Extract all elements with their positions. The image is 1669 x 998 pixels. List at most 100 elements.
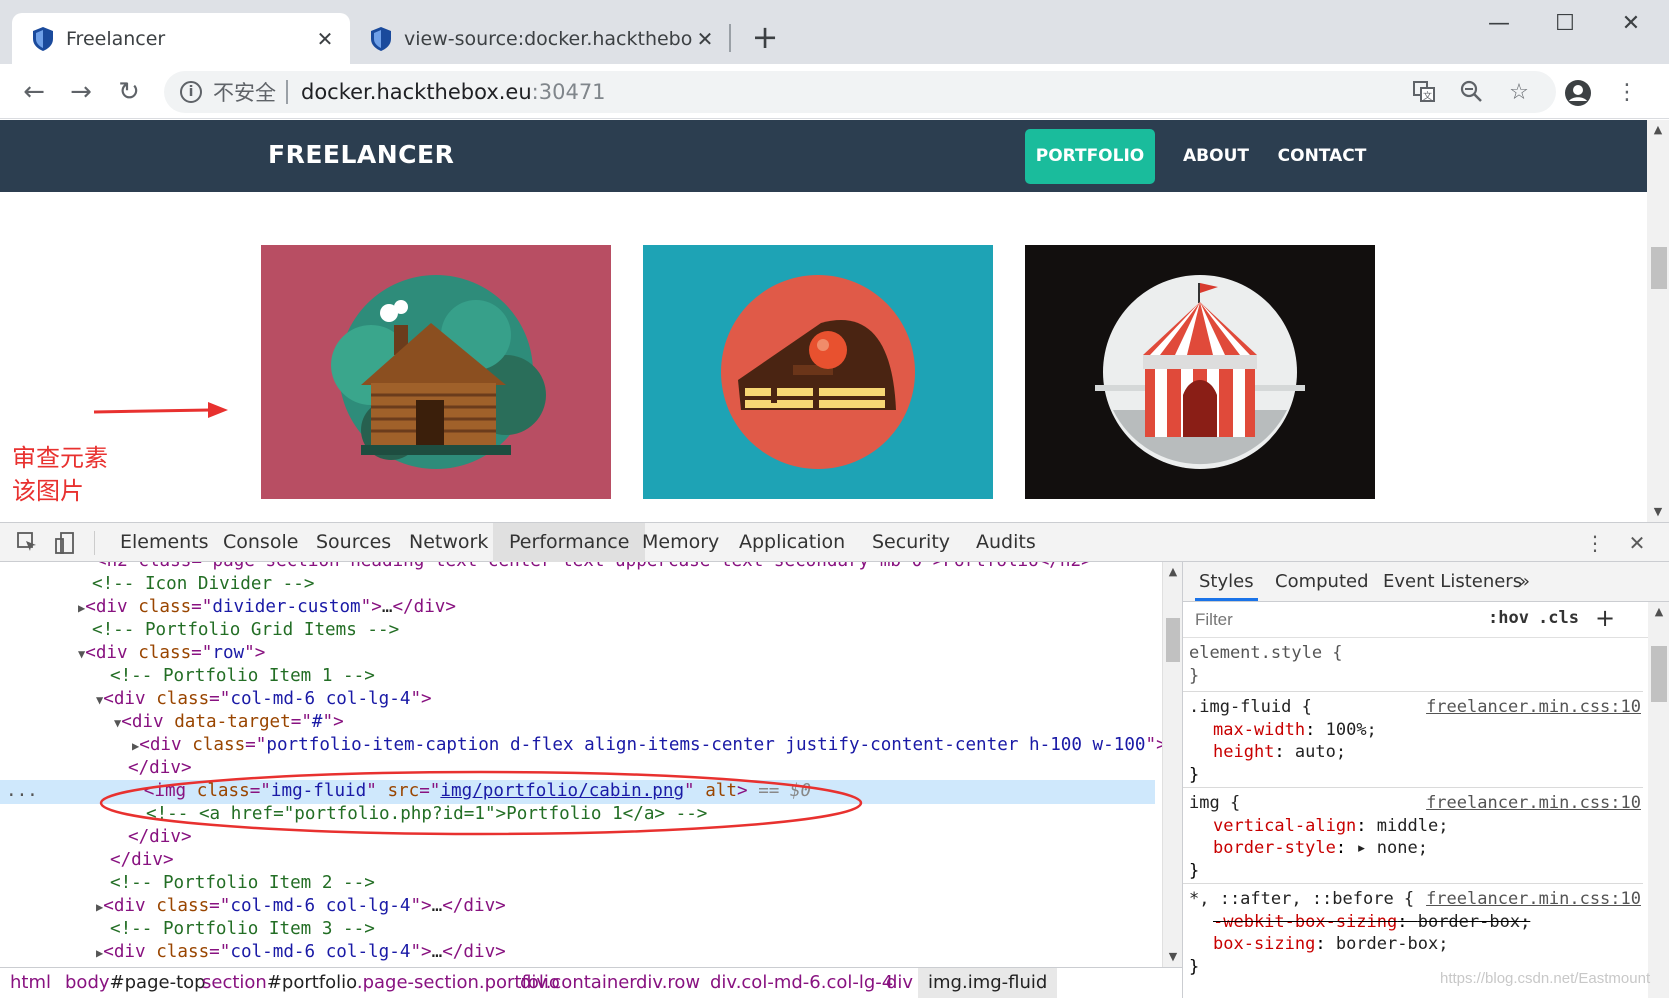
css-value[interactable]: border-box; bbox=[1418, 912, 1531, 932]
code-line[interactable]: ▶<div class="divider-custom">…</div> bbox=[0, 596, 1155, 620]
profile-avatar-icon[interactable] bbox=[1564, 79, 1592, 107]
more-tabs-icon[interactable]: » bbox=[1519, 562, 1530, 601]
portfolio-item-cake[interactable] bbox=[643, 245, 993, 499]
translate-icon[interactable]: 文 bbox=[1410, 79, 1438, 107]
css-source-link[interactable]: freelancer.min.css:10 bbox=[1426, 888, 1641, 911]
css-property[interactable]: max-width bbox=[1213, 720, 1305, 740]
tab-memory[interactable]: Memory bbox=[626, 523, 735, 562]
css-value[interactable]: ▸ none; bbox=[1356, 838, 1428, 858]
tab-event-listeners[interactable]: Event Listeners bbox=[1383, 562, 1522, 601]
bookmark-star-icon[interactable]: ☆ bbox=[1505, 79, 1533, 107]
tab-view-source[interactable]: view-source:docker.hacktheboх.eu ✕ bbox=[350, 13, 730, 64]
css-value[interactable]: middle; bbox=[1377, 816, 1449, 836]
scroll-up-arrow[interactable]: ▲ bbox=[1163, 562, 1183, 582]
tab-freelancer[interactable]: Freelancer ✕ bbox=[12, 13, 350, 64]
tab-application[interactable]: Application bbox=[723, 523, 861, 562]
css-property[interactable]: box-sizing bbox=[1213, 934, 1315, 954]
reload-button[interactable]: ↻ bbox=[111, 74, 147, 110]
new-style-rule-button[interactable]: + bbox=[1595, 604, 1615, 632]
portfolio-item-cabin[interactable] bbox=[261, 245, 611, 499]
forward-button[interactable]: → bbox=[63, 74, 99, 110]
breadcrumb-col[interactable]: div.col-md-6.col-lg-4 bbox=[700, 968, 903, 998]
breadcrumb-row[interactable]: div.row bbox=[626, 968, 710, 998]
code-line[interactable]: </div> bbox=[0, 849, 1155, 873]
code-line[interactable]: <!-- Portfolio Item 2 --> bbox=[0, 872, 1155, 896]
new-tab-button[interactable]: + bbox=[747, 17, 783, 57]
scroll-up-arrow[interactable]: ▲ bbox=[1648, 602, 1669, 622]
css-property[interactable]: vertical-align bbox=[1213, 816, 1356, 836]
maximize-button[interactable]: ☐ bbox=[1540, 6, 1590, 42]
annotation-arrow bbox=[93, 402, 228, 418]
scroll-down-arrow[interactable]: ▼ bbox=[1163, 947, 1183, 967]
code-line[interactable]: ▶<div class="col-md-6 col-lg-4">…</div> bbox=[0, 941, 1155, 965]
zoom-icon[interactable] bbox=[1457, 79, 1485, 107]
elements-tree[interactable]: <h2 class="page-section-heading text-cen… bbox=[0, 562, 1162, 967]
tab-network[interactable]: Network bbox=[393, 523, 504, 562]
css-property[interactable]: -webkit-box-sizing bbox=[1213, 912, 1397, 932]
close-tab-icon[interactable]: ✕ bbox=[692, 27, 718, 51]
tab-audits[interactable]: Audits bbox=[960, 523, 1052, 562]
tab-security[interactable]: Security bbox=[856, 523, 966, 562]
close-tab-icon[interactable]: ✕ bbox=[312, 27, 338, 51]
code-line[interactable]: ▼<div data-target="#"> bbox=[0, 711, 1155, 735]
portfolio-item-circus[interactable] bbox=[1025, 245, 1375, 499]
scroll-thumb[interactable] bbox=[1651, 247, 1667, 289]
tab-performance[interactable]: Performance bbox=[493, 523, 646, 562]
code-line[interactable]: ▼<div class="row"> bbox=[0, 642, 1155, 666]
styles-filter-input[interactable] bbox=[1191, 606, 1481, 634]
site-brand[interactable]: FREELANCER bbox=[268, 140, 454, 169]
minimize-button[interactable]: — bbox=[1474, 6, 1524, 42]
code-line[interactable]: ▶<div class="portfolio-item-caption d-fl… bbox=[0, 734, 1162, 758]
css-source-link[interactable]: freelancer.min.css:10 bbox=[1426, 696, 1641, 719]
hov-toggle[interactable]: :hov bbox=[1488, 608, 1529, 628]
css-rule-element-style[interactable]: element.style { } bbox=[1183, 642, 1643, 692]
device-toolbar-icon[interactable] bbox=[52, 531, 78, 555]
divider bbox=[286, 80, 288, 104]
css-selector: .img-fluid { bbox=[1189, 697, 1312, 717]
code-line[interactable]: ▼<div class="col-md-6 col-lg-4"> bbox=[0, 688, 1155, 712]
breadcrumb-div[interactable]: div bbox=[876, 968, 923, 998]
back-button[interactable]: ← bbox=[16, 74, 52, 110]
elements-scrollbar[interactable]: ▲ ▼ bbox=[1162, 562, 1182, 967]
tab-styles[interactable]: Styles bbox=[1195, 562, 1258, 601]
tab-console[interactable]: Console bbox=[207, 523, 314, 562]
breadcrumb-img-selected[interactable]: img.img-fluid bbox=[918, 968, 1058, 998]
tab-computed[interactable]: Computed bbox=[1275, 562, 1369, 601]
css-value[interactable]: auto; bbox=[1295, 742, 1346, 762]
address-bar[interactable]: i 不安全 docker.hackthebox.eu:30471 bbox=[164, 71, 1556, 113]
code-line[interactable]: ▶<div class="col-md-6 col-lg-4">…</div> bbox=[0, 895, 1155, 919]
nav-portfolio[interactable]: PORTFOLIO bbox=[1025, 129, 1155, 184]
css-rule-img[interactable]: img {freelancer.min.css:10 vertical-alig… bbox=[1183, 792, 1643, 884]
css-rule-img-fluid[interactable]: .img-fluid { freelancer.min.css:10 max-wi… bbox=[1183, 696, 1643, 788]
cls-toggle[interactable]: .cls bbox=[1538, 608, 1579, 628]
styles-scrollbar[interactable]: ▲ bbox=[1648, 602, 1669, 998]
breadcrumb-html[interactable]: html bbox=[0, 968, 61, 998]
more-dots-icon[interactable]: ... bbox=[6, 781, 38, 801]
info-icon[interactable]: i bbox=[180, 81, 202, 103]
nav-contact[interactable]: CONTACT bbox=[1272, 129, 1372, 184]
code-line[interactable]: <!-- Portfolio Grid Items --> bbox=[0, 619, 1155, 643]
scroll-thumb[interactable] bbox=[1166, 618, 1180, 662]
scroll-thumb[interactable] bbox=[1651, 646, 1667, 702]
scroll-up-arrow[interactable]: ▲ bbox=[1647, 120, 1669, 140]
window-close-button[interactable]: ✕ bbox=[1606, 6, 1656, 42]
css-value[interactable]: border-box; bbox=[1336, 934, 1449, 954]
tab-sources[interactable]: Sources bbox=[300, 523, 407, 562]
code-line[interactable]: <!-- Portfolio Item 3 --> bbox=[0, 918, 1155, 942]
devtools-menu-icon[interactable]: ⋮ bbox=[1582, 531, 1608, 555]
css-source-link[interactable]: freelancer.min.css:10 bbox=[1426, 792, 1641, 815]
css-property[interactable]: border-style bbox=[1213, 838, 1336, 858]
code-line[interactable]: <!-- Portfolio Item 1 --> bbox=[0, 665, 1155, 689]
scroll-down-arrow[interactable]: ▼ bbox=[1647, 502, 1669, 522]
crumb-tag: section bbox=[202, 972, 267, 993]
nav-about[interactable]: ABOUT bbox=[1166, 129, 1266, 184]
inspect-element-icon[interactable] bbox=[14, 531, 40, 555]
menu-kebab-icon[interactable]: ⋮ bbox=[1613, 79, 1641, 107]
devtools-close-icon[interactable]: ✕ bbox=[1624, 531, 1650, 555]
code-line[interactable]: <!-- Icon Divider --> bbox=[0, 573, 1155, 597]
code-comment: <!-- Portfolio Item 3 --> bbox=[110, 919, 375, 939]
css-property[interactable]: height bbox=[1213, 742, 1274, 762]
css-value[interactable]: 100%; bbox=[1326, 720, 1377, 740]
code-line[interactable]: <h2 class="page-section-heading text-cen… bbox=[96, 562, 1162, 574]
page-scrollbar[interactable]: ▲ ▼ bbox=[1647, 120, 1669, 522]
